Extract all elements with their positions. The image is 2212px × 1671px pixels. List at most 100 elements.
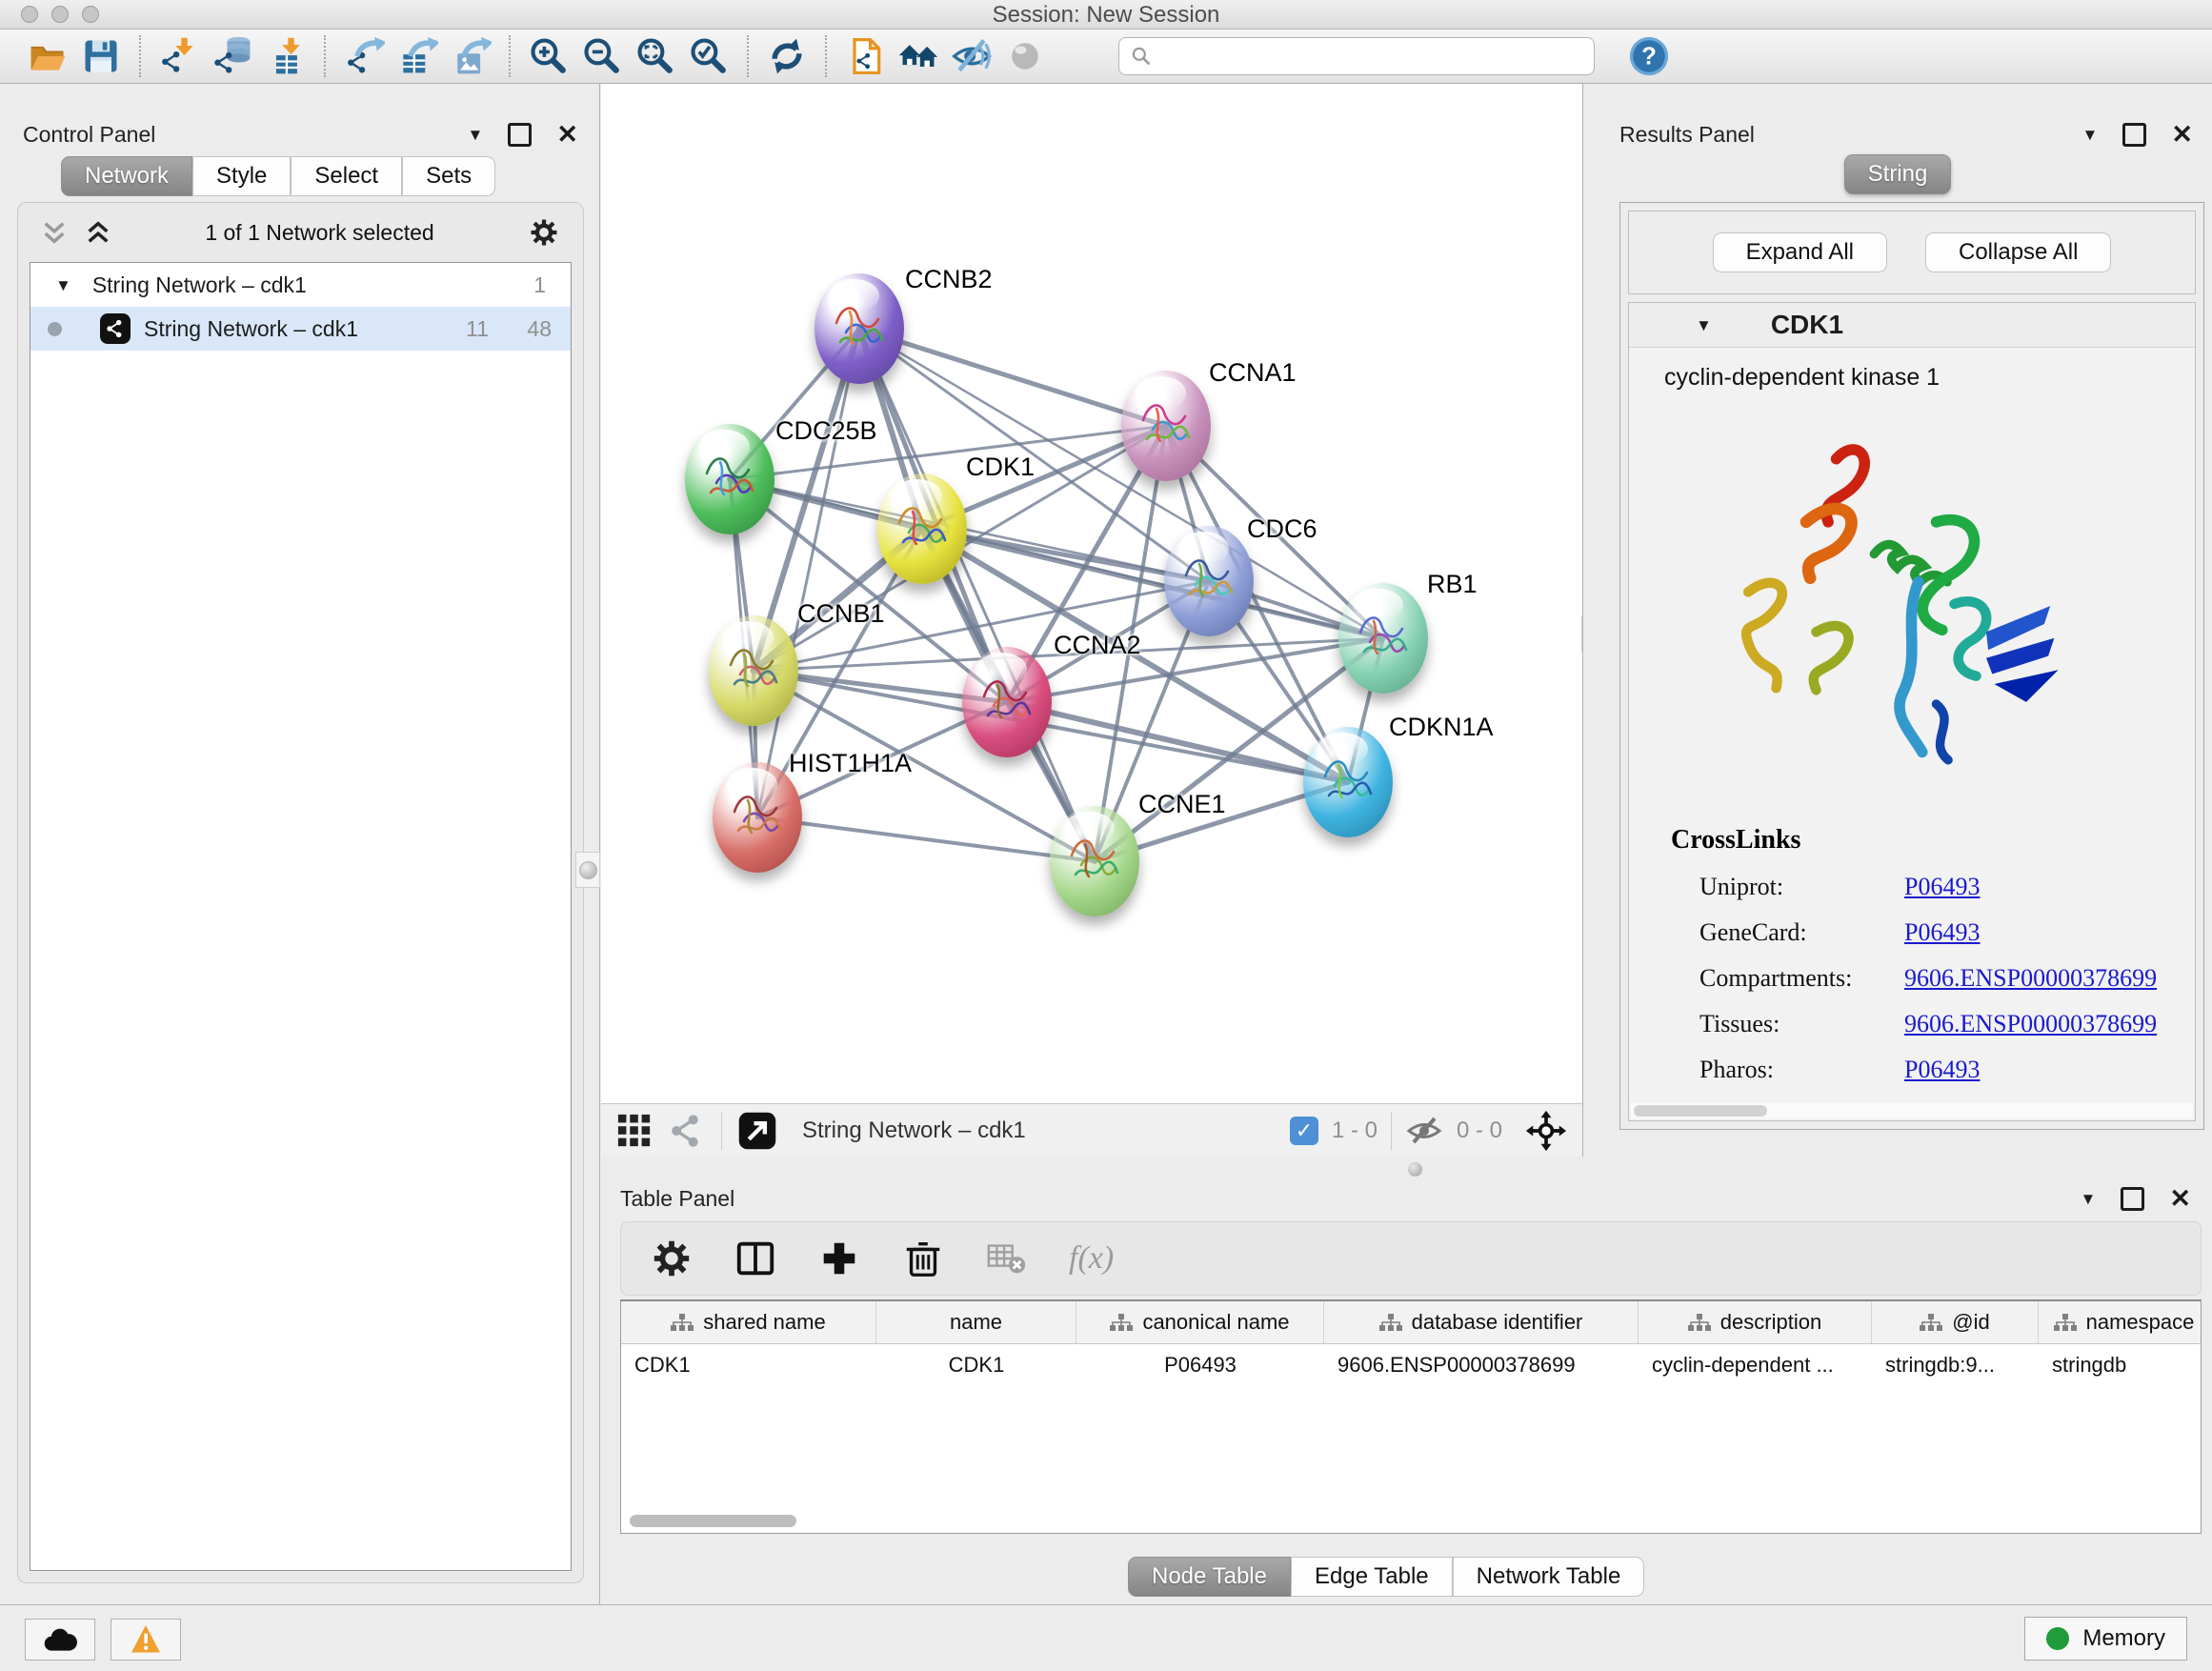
- toolbar-import-network-database-button[interactable]: [206, 32, 259, 80]
- tab-network-table[interactable]: Network Table: [1453, 1557, 1645, 1597]
- column-header-namespace[interactable]: namespace: [2039, 1301, 2202, 1343]
- crosslink-value-link[interactable]: P06493: [1904, 1056, 1980, 1084]
- tree-expand-icon[interactable]: ▼: [55, 277, 71, 293]
- results-panel-menu-icon[interactable]: ▼: [2082, 127, 2099, 143]
- node-label-cdc6: CDC6: [1247, 514, 1317, 544]
- toolbar-network-from-selection-button[interactable]: [838, 32, 892, 80]
- string-share-icon[interactable]: [668, 1112, 706, 1150]
- network-node-ccnb2[interactable]: [814, 273, 904, 384]
- network-node-ccna2[interactable]: [962, 647, 1052, 757]
- tab-string[interactable]: String: [1844, 154, 1952, 194]
- table-panel-float-icon[interactable]: [2121, 1187, 2144, 1211]
- show-column-button[interactable]: [734, 1237, 777, 1280]
- column-header-database-identifier[interactable]: database identifier: [1324, 1301, 1639, 1343]
- table-cell[interactable]: 9606.ENSP00000378699: [1324, 1353, 1639, 1378]
- gene-collapse-icon[interactable]: ▼: [1696, 317, 1712, 333]
- tab-node-table[interactable]: Node Table: [1128, 1557, 1291, 1597]
- column-header-description[interactable]: description: [1639, 1301, 1872, 1343]
- horizontal-splitter-handle[interactable]: [1408, 1162, 1422, 1177]
- toolbar-zoom-fit-button[interactable]: [629, 32, 682, 80]
- network-row-selected[interactable]: String Network – cdk1 11 48: [30, 307, 571, 351]
- collapse-all-chevron-icon[interactable]: [41, 219, 68, 246]
- expand-all-button[interactable]: Expand All: [1713, 232, 1887, 272]
- table-cell[interactable]: stringdb: [2039, 1353, 2202, 1378]
- grid-view-icon[interactable]: [616, 1113, 653, 1149]
- table-cell[interactable]: CDK1: [621, 1353, 876, 1378]
- gene-entry-header[interactable]: ▼ CDK1: [1629, 303, 2195, 348]
- left-splitter-handle[interactable]: [575, 852, 600, 888]
- control-panel-tabs: Network Style Select Sets: [61, 156, 495, 196]
- network-node-ccna1[interactable]: [1121, 371, 1211, 481]
- hidden-eye-icon[interactable]: [1405, 1112, 1443, 1150]
- open-view-icon[interactable]: [737, 1111, 777, 1151]
- crosslink-value-link[interactable]: 9606.ENSP00000378699: [1904, 1010, 2157, 1038]
- toolbar-import-network-file-button[interactable]: [152, 32, 206, 80]
- cloud-status-button[interactable]: [25, 1619, 95, 1661]
- column-header-shared-name[interactable]: shared name: [621, 1301, 876, 1343]
- network-node-rb1[interactable]: [1338, 583, 1428, 694]
- crosshair-icon[interactable]: [1525, 1110, 1567, 1152]
- tab-sets[interactable]: Sets: [402, 156, 495, 196]
- table-settings-button[interactable]: [650, 1237, 694, 1280]
- tab-edge-table[interactable]: Edge Table: [1291, 1557, 1453, 1597]
- results-panel-close-icon[interactable]: ✕: [2171, 122, 2193, 148]
- delete-column-button[interactable]: [901, 1237, 945, 1280]
- toolbar-zoom-out-button[interactable]: [575, 32, 629, 80]
- toolbar-save-session-button[interactable]: [74, 32, 128, 80]
- table-cell[interactable]: cyclin-dependent ...: [1639, 1353, 1872, 1378]
- crosslink-value-link[interactable]: P06493: [1904, 873, 1980, 901]
- network-canvas[interactable]: CCNB2CCNA1CDC25BCDK1CDC6RB1CCNB1CCNA2CDK…: [601, 84, 1582, 1103]
- toolbar-zoom-in-button[interactable]: [522, 32, 575, 80]
- control-panel-menu-icon[interactable]: ▼: [468, 127, 484, 143]
- tab-network[interactable]: Network: [61, 156, 192, 196]
- toolbar-refresh-button[interactable]: [760, 32, 814, 80]
- table-cell[interactable]: stringdb:9...: [1872, 1353, 2039, 1378]
- network-node-cdkn1a[interactable]: [1303, 727, 1393, 837]
- table-panel-close-icon[interactable]: ✕: [2169, 1186, 2191, 1212]
- toolbar-graphics-details-off-button[interactable]: [945, 32, 998, 80]
- network-node-ccne1[interactable]: [1050, 806, 1139, 916]
- tab-style[interactable]: Style: [192, 156, 291, 196]
- node-table[interactable]: shared namename canonical name database …: [620, 1299, 2202, 1534]
- toolbar-open-session-button[interactable]: [21, 32, 74, 80]
- network-node-ccnb1[interactable]: [709, 615, 798, 726]
- column-header-name[interactable]: name: [876, 1301, 1076, 1343]
- network-collection-row[interactable]: ▼ String Network – cdk1 1: [30, 263, 571, 307]
- toolbar-zoom-selected-button[interactable]: [682, 32, 735, 80]
- help-button[interactable]: ?: [1627, 34, 1671, 78]
- gear-icon[interactable]: [528, 216, 560, 249]
- toolbar-home-button[interactable]: [892, 32, 945, 80]
- expand-all-chevron-icon[interactable]: [85, 219, 111, 246]
- network-node-hist1h1a[interactable]: [713, 762, 802, 873]
- toolbar-import-table-button[interactable]: [259, 32, 312, 80]
- table-horizontal-scrollbar[interactable]: [630, 1515, 796, 1527]
- toolbar-export-table-button[interactable]: [391, 32, 444, 80]
- control-panel-float-icon[interactable]: [508, 123, 532, 147]
- warning-status-button[interactable]: [111, 1619, 181, 1661]
- collapse-all-button[interactable]: Collapse All: [1925, 232, 2111, 272]
- toolbar-export-network-button[interactable]: [337, 32, 391, 80]
- toolbar-graphics-details-on-button[interactable]: [998, 32, 1052, 80]
- create-column-button[interactable]: [817, 1237, 861, 1280]
- tab-select[interactable]: Select: [291, 156, 402, 196]
- table-cell[interactable]: CDK1: [876, 1353, 1076, 1378]
- memory-button[interactable]: Memory: [2024, 1617, 2187, 1661]
- network-node-cdc6[interactable]: [1164, 526, 1254, 636]
- network-collection-count: 1: [533, 272, 546, 298]
- results-panel-float-icon[interactable]: [2122, 123, 2146, 147]
- crosslink-value-link[interactable]: P06493: [1904, 918, 1980, 947]
- control-panel-close-icon[interactable]: ✕: [556, 122, 578, 148]
- search-field[interactable]: [1118, 37, 1595, 75]
- selected-checkbox[interactable]: ✓: [1290, 1117, 1318, 1145]
- crosslink-value-link[interactable]: 9606.ENSP00000378699: [1904, 964, 2157, 993]
- results-horizontal-scrollbar[interactable]: [1631, 1103, 2193, 1118]
- network-node-cdk1[interactable]: [877, 473, 967, 584]
- toolbar-export-image-button[interactable]: [444, 32, 497, 80]
- column-header--id[interactable]: @id: [1872, 1301, 2039, 1343]
- search-input[interactable]: [1154, 39, 1584, 73]
- protein-thumbnail: [976, 668, 1037, 736]
- column-header-canonical-name[interactable]: canonical name: [1076, 1301, 1324, 1343]
- table-panel-menu-icon[interactable]: ▼: [2081, 1191, 2097, 1207]
- network-node-cdc25b[interactable]: [685, 424, 774, 534]
- table-cell[interactable]: P06493: [1076, 1353, 1324, 1378]
